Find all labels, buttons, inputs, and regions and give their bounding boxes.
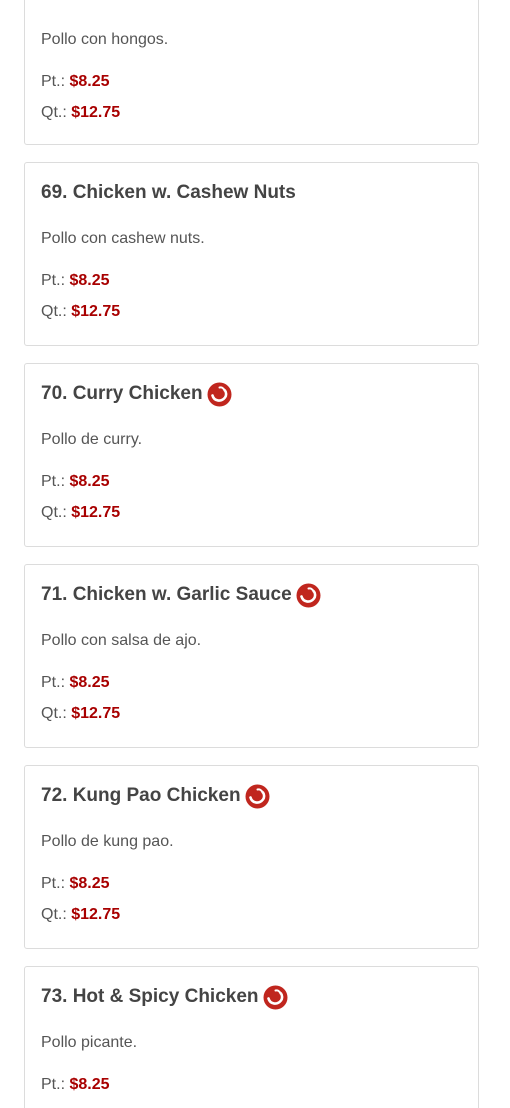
price-row: Pt.: $8.25 bbox=[41, 1076, 110, 1094]
menu-item-description: Pollo con salsa de ajo. bbox=[41, 632, 202, 649]
chili-pepper-icon bbox=[263, 985, 288, 1010]
chili-pepper-icon bbox=[245, 784, 270, 809]
menu-item-card[interactable]: 70. Curry Chicken Pollo de curry. Pt.: $8.… bbox=[24, 363, 479, 547]
price-row: Pt.: $8.25 bbox=[41, 272, 110, 290]
menu-item-title: 73. Hot & Spicy Chicken bbox=[41, 984, 288, 1010]
chili-pepper-icon bbox=[296, 583, 321, 608]
price-amount: $8.25 bbox=[69, 1076, 110, 1093]
menu-item-name: 72. Kung Pao Chicken bbox=[41, 785, 241, 806]
price-size-label: Pt.: bbox=[41, 73, 66, 90]
menu-item-description: Pollo de kung pao. bbox=[41, 833, 174, 850]
price-size-label: Qt.: bbox=[41, 705, 67, 722]
menu-item-name: 71. Chicken w. Garlic Sauce bbox=[41, 584, 292, 605]
price-amount: $12.75 bbox=[71, 705, 121, 722]
menu-item-card[interactable]: 71. Chicken w. Garlic Sauce Pollo con sal… bbox=[24, 564, 479, 748]
price-size-label: Qt.: bbox=[41, 303, 67, 320]
menu-item-description: Pollo de curry. bbox=[41, 431, 143, 448]
price-amount: $12.75 bbox=[71, 303, 121, 320]
price-row: Pt.: $8.25 bbox=[41, 674, 110, 692]
menu-item-name: 73. Hot & Spicy Chicken bbox=[41, 986, 259, 1007]
price-row: Qt.: $12.75 bbox=[41, 504, 120, 522]
price-size-label: Qt.: bbox=[41, 906, 67, 923]
price-row: Qt.: $12.75 bbox=[41, 104, 120, 122]
price-row: Qt.: $12.75 bbox=[41, 303, 120, 321]
price-size-label: Pt.: bbox=[41, 473, 66, 490]
price-size-label: Pt.: bbox=[41, 1076, 66, 1093]
price-size-label: Pt.: bbox=[41, 674, 66, 691]
price-size-label: Pt.: bbox=[41, 875, 66, 892]
price-row: Qt.: $12.75 bbox=[41, 906, 120, 924]
menu-item-title: 69. Chicken w. Cashew Nuts bbox=[41, 180, 296, 206]
menu-item-description: Pollo picante. bbox=[41, 1034, 138, 1051]
price-row: Pt.: $8.25 bbox=[41, 73, 110, 91]
chili-pepper-icon bbox=[207, 382, 232, 407]
price-size-label: Pt.: bbox=[41, 272, 66, 289]
menu-item-description: Pollo con hongos. bbox=[41, 31, 169, 48]
price-amount: $8.25 bbox=[69, 674, 110, 691]
menu-item-card[interactable]: 73. Hot & Spicy Chicken Pollo picante. Pt.… bbox=[24, 966, 479, 1108]
price-amount: $12.75 bbox=[71, 504, 121, 521]
menu-item-card[interactable]: 72. Kung Pao Chicken Pollo de kung pao. Pt… bbox=[24, 765, 479, 949]
price-row: Pt.: $8.25 bbox=[41, 473, 110, 491]
menu-item-name: 69. Chicken w. Cashew Nuts bbox=[41, 182, 296, 203]
price-amount: $8.25 bbox=[69, 73, 110, 90]
menu-item-list: Pollo con hongos. Pt.: $8.25 Qt.: $12.75 69… bbox=[0, 0, 510, 1108]
menu-item-card[interactable]: 69. Chicken w. Cashew Nuts Pollo con cash… bbox=[24, 162, 479, 346]
price-size-label: Qt.: bbox=[41, 504, 67, 521]
menu-item-description: Pollo con cashew nuts. bbox=[41, 230, 205, 247]
price-row: Qt.: $12.75 bbox=[41, 705, 120, 723]
price-amount: $8.25 bbox=[69, 473, 110, 490]
price-amount: $12.75 bbox=[71, 906, 121, 923]
price-amount: $8.25 bbox=[69, 875, 110, 892]
menu-item-name: 70. Curry Chicken bbox=[41, 383, 203, 404]
price-amount: $8.25 bbox=[69, 272, 110, 289]
menu-item-card[interactable]: Pollo con hongos. Pt.: $8.25 Qt.: $12.75 bbox=[24, 0, 479, 145]
menu-item-title: 72. Kung Pao Chicken bbox=[41, 783, 270, 809]
menu-item-title: 71. Chicken w. Garlic Sauce bbox=[41, 582, 321, 608]
price-row: Pt.: $8.25 bbox=[41, 875, 110, 893]
price-amount: $12.75 bbox=[71, 104, 121, 121]
price-size-label: Qt.: bbox=[41, 104, 67, 121]
menu-item-title: 70. Curry Chicken bbox=[41, 381, 232, 407]
